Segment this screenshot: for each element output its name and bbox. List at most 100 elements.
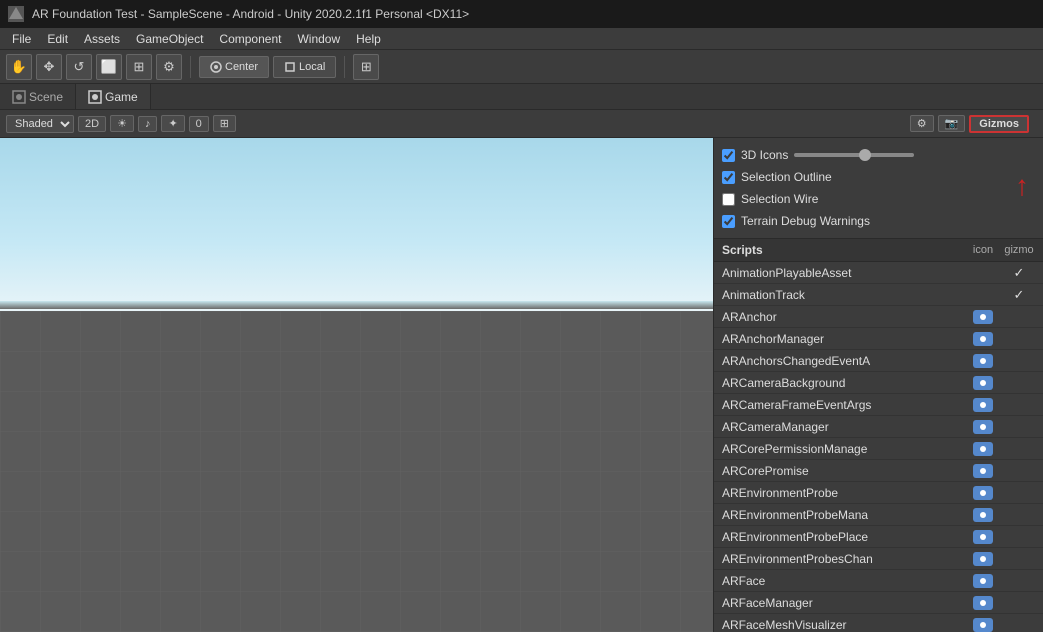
horizon-line xyxy=(0,301,713,309)
pivot-local-btn[interactable]: Local xyxy=(273,56,336,78)
eye-icon[interactable] xyxy=(973,574,993,588)
menu-help[interactable]: Help xyxy=(348,28,389,49)
list-item[interactable]: ARCorePermissionManage xyxy=(714,438,1043,460)
menubar: File Edit Assets GameObject Component Wi… xyxy=(0,28,1043,50)
fx-btn[interactable]: ✦ xyxy=(161,115,184,132)
toolbar: ✋ ✥ ↺ ⬜ ⊞ ⚙ Center Local ⊞ xyxy=(0,50,1043,84)
menu-assets[interactable]: Assets xyxy=(76,28,128,49)
pivot-center-btn[interactable]: Center xyxy=(199,56,269,78)
script-icons xyxy=(967,310,1035,324)
camera-btn[interactable]: 📷 xyxy=(938,115,966,132)
settings-btn[interactable]: ⚙ xyxy=(910,115,934,132)
scene-view xyxy=(0,138,713,632)
checkbox-3d-icons[interactable] xyxy=(722,149,735,162)
scale-tool[interactable]: ⬜ xyxy=(96,54,122,80)
separator-2 xyxy=(344,56,345,78)
scripts-list[interactable]: AnimationPlayableAsset ✓ AnimationTrack … xyxy=(714,262,1043,632)
script-icons: ✓ xyxy=(967,287,1035,303)
eye-icon[interactable] xyxy=(973,618,993,632)
eye-icon[interactable] xyxy=(973,354,993,368)
extra-tool[interactable]: ⊞ xyxy=(353,54,379,80)
scene-toolbar: Shaded 2D ☀ ♪ ✦ 0 ⊞ ⚙ 📷 Gizmos xyxy=(0,110,1043,138)
gizmos-panel: 3D Icons Selection Outline Selection Wir… xyxy=(713,138,1043,632)
label-terrain-debug: Terrain Debug Warnings xyxy=(741,214,870,228)
eye-icon[interactable] xyxy=(973,530,993,544)
list-item[interactable]: ARFaceMeshVisualizer xyxy=(714,614,1043,632)
label-selection-wire: Selection Wire xyxy=(741,192,818,206)
col-gizmo-label: gizmo xyxy=(1003,244,1035,256)
separator-1 xyxy=(190,56,191,78)
slider-container xyxy=(794,153,1035,157)
hand-tool[interactable]: ✋ xyxy=(6,54,32,80)
grid-btn[interactable]: ⊞ xyxy=(213,115,236,132)
rect-tool[interactable]: ⊞ xyxy=(126,54,152,80)
rotate-tool[interactable]: ↺ xyxy=(66,54,92,80)
eye-icon[interactable] xyxy=(973,464,993,478)
list-item[interactable]: AREnvironmentProbe xyxy=(714,482,1043,504)
main-area: 3D Icons Selection Outline Selection Wir… xyxy=(0,138,1043,632)
menu-gameobject[interactable]: GameObject xyxy=(128,28,211,49)
list-item[interactable]: ARFace xyxy=(714,570,1043,592)
light-btn[interactable]: ☀ xyxy=(110,115,134,132)
menu-edit[interactable]: Edit xyxy=(39,28,76,49)
audio-btn[interactable]: ♪ xyxy=(138,116,158,132)
eye-icon[interactable] xyxy=(973,398,993,412)
scripts-header: Scripts icon gizmo xyxy=(714,239,1043,262)
menu-component[interactable]: Component xyxy=(211,28,289,49)
checkbox-terrain-debug[interactable] xyxy=(722,215,735,228)
eye-icon[interactable] xyxy=(973,596,993,610)
shading-dropdown[interactable]: Shaded xyxy=(6,115,74,133)
setting-selection-wire: Selection Wire xyxy=(722,188,1035,210)
list-item[interactable]: AREnvironmentProbeMana xyxy=(714,504,1043,526)
script-icons: ✓ xyxy=(967,265,1035,281)
icon-cell xyxy=(967,310,999,324)
eye-icon[interactable] xyxy=(973,508,993,522)
col-icon-label: icon xyxy=(967,244,999,256)
tabbar: Scene Game xyxy=(0,84,1043,110)
eye-icon[interactable] xyxy=(973,486,993,500)
2d-btn[interactable]: 2D xyxy=(78,116,106,132)
tab-scene[interactable]: Scene xyxy=(0,84,76,109)
move-tool[interactable]: ✥ xyxy=(36,54,62,80)
gizmo-cell: ✓ xyxy=(1003,287,1035,303)
list-item[interactable]: AnimationPlayableAsset ✓ xyxy=(714,262,1043,284)
list-item[interactable]: ARAnchor xyxy=(714,306,1043,328)
titlebar-text: AR Foundation Test - SampleScene - Andro… xyxy=(32,7,469,21)
eye-icon[interactable] xyxy=(973,310,993,324)
eye-icon[interactable] xyxy=(973,376,993,390)
list-item[interactable]: ARCameraManager xyxy=(714,416,1043,438)
setting-selection-outline: Selection Outline xyxy=(722,166,1035,188)
resolution-btn[interactable]: 0 xyxy=(189,116,209,132)
list-item[interactable]: AnimationTrack ✓ xyxy=(714,284,1043,306)
list-item[interactable]: AREnvironmentProbesChan xyxy=(714,548,1043,570)
tab-game[interactable]: Game xyxy=(76,84,151,109)
setting-terrain-debug: Terrain Debug Warnings xyxy=(722,210,1035,232)
list-item[interactable]: ARCorePromise xyxy=(714,460,1043,482)
label-3d-icons: 3D Icons xyxy=(741,148,788,162)
gizmos-btn[interactable]: Gizmos xyxy=(969,115,1029,133)
list-item[interactable]: ARCameraBackground xyxy=(714,372,1043,394)
eye-icon[interactable] xyxy=(973,332,993,346)
setting-3d-icons: 3D Icons xyxy=(722,144,1035,166)
eye-icon[interactable] xyxy=(973,420,993,434)
list-item[interactable]: ARCameraFrameEventArgs xyxy=(714,394,1043,416)
eye-icon[interactable] xyxy=(973,442,993,456)
scripts-title: Scripts xyxy=(722,243,763,257)
list-item[interactable]: ARAnchorsChangedEventA xyxy=(714,350,1043,372)
menu-file[interactable]: File xyxy=(4,28,39,49)
3d-icons-slider[interactable] xyxy=(794,153,914,157)
list-item[interactable]: ARAnchorManager xyxy=(714,328,1043,350)
checkbox-selection-outline[interactable] xyxy=(722,171,735,184)
transform-tool[interactable]: ⚙ xyxy=(156,54,182,80)
list-item[interactable]: AREnvironmentProbePlace xyxy=(714,526,1043,548)
eye-icon[interactable] xyxy=(973,552,993,566)
checkbox-selection-wire[interactable] xyxy=(722,193,735,206)
menu-window[interactable]: Window xyxy=(289,28,348,49)
sky-bg xyxy=(0,138,713,311)
gizmo-cell: ✓ xyxy=(1003,265,1035,281)
unity-logo xyxy=(8,6,24,22)
column-headers: icon gizmo xyxy=(967,244,1035,256)
list-item[interactable]: ARFaceManager xyxy=(714,592,1043,614)
red-arrow-annotation: ↑ xyxy=(1015,170,1029,202)
scene-grid xyxy=(0,311,713,632)
